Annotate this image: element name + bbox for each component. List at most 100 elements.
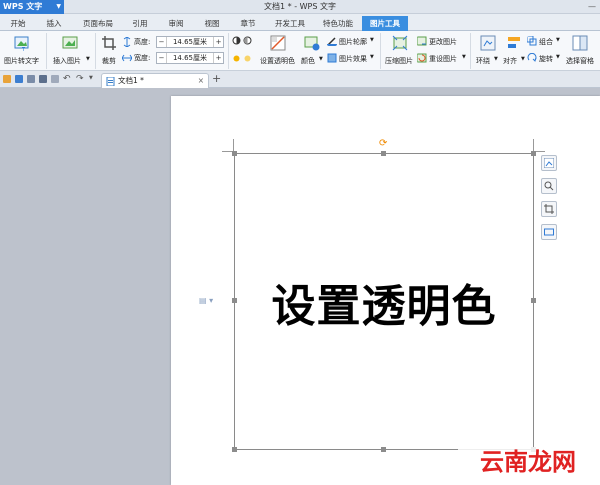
height-value[interactable]: 14.65厘米 xyxy=(169,37,211,47)
chevron-down-icon: ▼ xyxy=(494,56,498,62)
tab-insert[interactable]: 插入 xyxy=(40,16,68,31)
redo-icon[interactable]: ↷ xyxy=(76,74,84,84)
close-icon[interactable]: × xyxy=(198,74,204,88)
new-tab-button[interactable]: + xyxy=(212,72,221,85)
tab-review[interactable]: 审阅 xyxy=(162,16,190,31)
picture-layout-icon xyxy=(544,158,554,168)
paragraph-anchor-icon[interactable]: ▤ ▾ xyxy=(199,296,213,305)
minimize-icon[interactable]: — xyxy=(588,2,596,11)
contrast-up-icon[interactable] xyxy=(232,36,241,45)
divider xyxy=(228,33,229,69)
crop-icon xyxy=(544,204,554,214)
crop-picture-button[interactable] xyxy=(541,201,557,217)
divider xyxy=(470,33,471,69)
document-icon xyxy=(106,77,115,86)
tab-chapter[interactable]: 章节 xyxy=(234,16,262,31)
chevron-down-icon: ▼ xyxy=(370,54,374,60)
print-preview-icon[interactable] xyxy=(27,75,35,83)
effect-icon xyxy=(327,53,337,63)
change-picture-icon xyxy=(417,36,427,46)
format-painter-icon[interactable] xyxy=(51,75,59,83)
resize-handle[interactable] xyxy=(531,298,536,303)
set-transparent-color-label: 设置透明色 xyxy=(260,57,295,65)
picture-border-button[interactable] xyxy=(541,224,557,240)
image-text: 设置透明色 xyxy=(271,281,497,332)
chevron-down-icon: ▼ xyxy=(86,56,90,62)
tab-developer[interactable]: 开发工具 xyxy=(268,16,312,31)
chevron-down-icon: ▼ xyxy=(556,54,560,60)
tab-references[interactable]: 引用 xyxy=(126,16,154,31)
resize-handle[interactable] xyxy=(381,151,386,156)
rotate-icon xyxy=(527,53,537,62)
print-icon[interactable] xyxy=(39,75,47,83)
width-label: 宽度: xyxy=(134,54,151,62)
window-controls[interactable]: — xyxy=(588,0,596,14)
pic-to-text-label: 图片转文字 xyxy=(4,57,39,65)
open-folder-icon[interactable] xyxy=(3,75,11,83)
tab-home[interactable]: 开始 xyxy=(4,16,32,31)
resize-handle[interactable] xyxy=(381,447,386,452)
picture-text-icon: T xyxy=(14,36,29,51)
tab-features[interactable]: 特色功能 xyxy=(316,16,360,31)
crop-label: 裁剪 xyxy=(102,57,116,65)
height-label: 高度: xyxy=(134,38,151,46)
align-label: 对齐 xyxy=(503,57,517,65)
tab-view[interactable]: 视图 xyxy=(198,16,226,31)
chevron-down-icon: ▼ xyxy=(370,37,374,43)
rotate-label: 旋转 xyxy=(539,55,553,63)
wrap-label: 环绕 xyxy=(476,57,490,65)
document-tab[interactable]: 文档1 * × xyxy=(101,73,209,88)
menu-bar: 开始 插入 页面布局 引用 审阅 视图 章节 开发工具 特色功能 图片工具 xyxy=(0,14,600,31)
chevron-down-icon: ▼ xyxy=(462,54,466,60)
tab-page-layout[interactable]: 页面布局 xyxy=(76,16,120,31)
picture-effect-label: 图片效果 xyxy=(339,55,367,63)
compress-icon xyxy=(392,35,408,51)
selection-pane-icon xyxy=(572,35,588,51)
undo-icon[interactable]: ↶ xyxy=(63,74,71,84)
decrease-height-button[interactable]: − xyxy=(157,37,167,47)
increase-height-button[interactable]: + xyxy=(213,37,223,47)
border-icon xyxy=(544,228,554,236)
insert-picture-label: 插入图片 xyxy=(53,57,81,65)
brightness-down-icon[interactable] xyxy=(243,54,252,63)
title-bar: WPS 文字 ▼ 文档1 * - WPS 文字 — xyxy=(0,0,600,14)
width-stepper[interactable]: − 14.65厘米 + xyxy=(156,52,224,64)
transparent-color-icon xyxy=(270,35,286,51)
resize-handle[interactable] xyxy=(531,151,536,156)
brand-logo: 云南龙网 xyxy=(458,447,598,477)
layout-options-button[interactable] xyxy=(541,155,557,171)
color-icon xyxy=(304,36,320,51)
align-icon xyxy=(508,37,520,48)
increase-width-button[interactable]: + xyxy=(213,53,223,63)
document-tab-title: 文档1 * xyxy=(118,76,144,85)
resize-handle[interactable] xyxy=(232,447,237,452)
outline-icon xyxy=(327,37,337,46)
margin-mark xyxy=(233,139,234,151)
decrease-width-button[interactable]: − xyxy=(157,53,167,63)
height-stepper[interactable]: − 14.65厘米 + xyxy=(156,36,224,48)
divider xyxy=(380,33,381,69)
reset-picture-label: 重设图片 xyxy=(429,55,457,63)
tab-picture-tools[interactable]: 图片工具 xyxy=(362,16,408,31)
wrap-icon xyxy=(480,35,496,51)
resize-handle[interactable] xyxy=(232,151,237,156)
save-icon[interactable] xyxy=(15,75,23,83)
width-icon xyxy=(122,54,132,62)
insert-picture-icon xyxy=(62,36,78,49)
width-value[interactable]: 14.65厘米 xyxy=(169,53,211,63)
crop-icon xyxy=(102,36,116,50)
reset-picture-icon xyxy=(417,53,427,63)
resize-handle[interactable] xyxy=(232,298,237,303)
chevron-down-icon[interactable]: ▼ xyxy=(89,75,93,81)
margin-mark xyxy=(533,139,534,151)
zoom-picture-button[interactable] xyxy=(541,178,557,194)
zoom-icon xyxy=(544,181,554,191)
chevron-down-icon: ▼ xyxy=(521,56,525,62)
chevron-down-icon: ▼ xyxy=(556,37,560,43)
divider xyxy=(46,33,47,69)
rotate-handle-icon[interactable]: ⟳ xyxy=(379,138,387,149)
color-label: 颜色 xyxy=(301,57,315,65)
height-icon xyxy=(123,37,131,47)
contrast-down-icon[interactable] xyxy=(243,36,252,45)
brightness-up-icon[interactable] xyxy=(232,54,241,63)
